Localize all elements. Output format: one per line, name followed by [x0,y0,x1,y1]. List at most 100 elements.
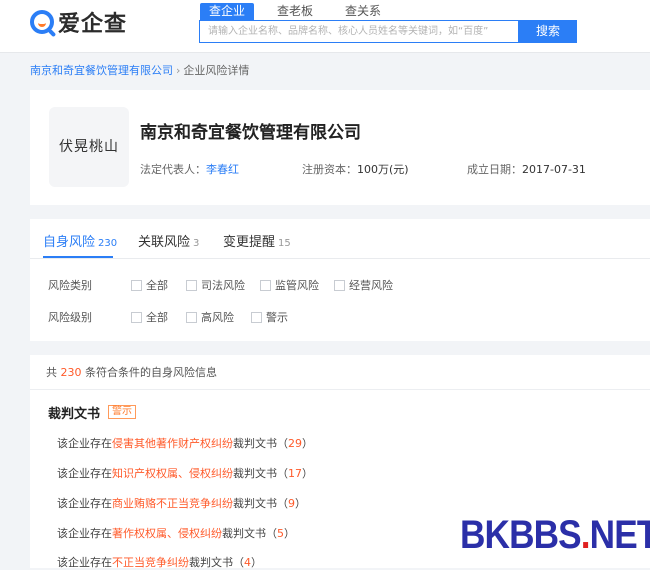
option-label: 全部 [146,311,168,324]
item-prefix: 该企业存在 [57,556,112,569]
summary-total: 230 [60,366,82,379]
tab-search-boss[interactable]: 查老板 [268,3,322,20]
filter-category-label: 风险类别 [48,279,92,292]
item-end: ） [302,467,313,480]
item-end: ） [295,497,306,510]
filter-category-regulatory[interactable]: 监管风险 [260,277,319,293]
option-label: 经营风险 [349,279,393,292]
tab-self-risk[interactable]: 自身风险 230 [43,231,117,250]
item-count: 4 [244,556,251,569]
founded-date: 成立日期：2017-07-31 [467,161,586,177]
list-item[interactable]: 该企业存在商业贿赂不正当竞争纠纷裁判文书（9） [57,495,306,511]
filter-category-operation[interactable]: 经营风险 [334,277,393,293]
tab-search-relation[interactable]: 查关系 [336,3,390,20]
item-suffix: 裁判文书（ [233,437,288,450]
filter-level-all[interactable]: 全部 [131,309,168,325]
item-end: ） [302,437,313,450]
search-button[interactable]: 搜索 [519,20,577,43]
option-label: 警示 [266,311,288,324]
checkbox[interactable] [131,311,142,323]
item-prefix: 该企业存在 [57,527,112,540]
item-suffix: 裁判文书（ [233,497,288,510]
watermark-tld: NET [589,513,650,557]
item-count: 5 [277,527,284,540]
item-count: 9 [288,497,295,510]
watermark-main: BKBBS [460,513,582,557]
breadcrumb-company-link[interactable]: 南京和奇宜餐饮管理有限公司 [30,64,173,77]
risk-tabs: 自身风险 230 关联风险 3 变更提醒 15 [30,219,650,259]
list-item[interactable]: 该企业存在知识产权权属、侵权纠纷裁判文书（17） [57,465,313,481]
checkbox[interactable] [131,279,142,291]
results-summary: 共 230 条符合条件的自身风险信息 [30,355,650,390]
company-avatar: 伏晃桃山 [49,107,129,187]
section-title: 裁判文书 [48,407,101,422]
tab-change-alert[interactable]: 变更提醒 15 [223,231,291,250]
item-highlight: 著作权权属、侵权纠纷 [112,527,222,540]
warning-badge: 警示 [108,405,136,419]
tab-count: 15 [278,238,291,249]
capital-label: 注册资本： [302,163,357,176]
item-prefix: 该企业存在 [57,437,112,450]
filter-level-warning[interactable]: 警示 [251,309,288,325]
list-item[interactable]: 该企业存在著作权权属、侵权纠纷裁判文书（5） [57,525,295,541]
item-end: ） [251,556,262,569]
active-tab-indicator [43,256,113,258]
checkbox[interactable] [186,311,197,323]
tab-count: 230 [98,238,118,249]
founded-value: 2017-07-31 [522,163,586,176]
item-prefix: 该企业存在 [57,497,112,510]
item-highlight: 知识产权权属、侵权纠纷 [112,467,233,480]
item-suffix: 裁判文书（ [189,556,244,569]
legal-rep-label: 法定代表人： [140,163,206,176]
summary-suffix: 条符合条件的自身风险信息 [81,366,217,379]
tab-label: 关联风险 [138,235,191,250]
option-label: 高风险 [201,311,234,324]
item-highlight: 侵害其他著作财产权纠纷 [112,437,233,450]
legal-rep-link[interactable]: 李春红 [206,163,239,176]
tab-label: 自身风险 [43,235,96,250]
legal-rep: 法定代表人：李春红 [140,161,239,177]
item-count: 17 [288,467,302,480]
item-suffix: 裁判文书（ [233,467,288,480]
risk-panel: 自身风险 230 关联风险 3 变更提醒 15 风险类别 全部 司法风险 监管风险 经… [30,219,650,341]
item-suffix: 裁判文书（ [222,527,277,540]
tab-count: 3 [193,238,200,249]
item-highlight: 不正当竞争纠纷 [112,556,189,569]
tab-label: 变更提醒 [223,235,276,250]
filter-level-high[interactable]: 高风险 [186,309,234,325]
capital-value: 100万(元) [357,163,409,176]
item-highlight: 商业贿赂不正当竞争纠纷 [112,497,233,510]
item-end: ） [284,527,295,540]
watermark-dot: . [580,513,591,557]
breadcrumb: 南京和奇宜餐饮管理有限公司 › 企业风险详情 [30,62,249,78]
checkbox[interactable] [334,279,345,291]
option-label: 监管风险 [275,279,319,292]
checkbox[interactable] [186,279,197,291]
top-header: 爱企查 查企业 查老板 查关系 请输入企业名称、品牌名称、核心人员姓名等关键词，… [0,0,650,53]
item-count: 29 [288,437,302,450]
option-label: 司法风险 [201,279,245,292]
checkbox[interactable] [260,279,271,291]
filter-category-all[interactable]: 全部 [131,277,168,293]
filter-level-label: 风险级别 [48,311,92,324]
search-tabs: 查企业 查老板 查关系 [200,3,404,20]
checkbox[interactable] [251,311,262,323]
company-card: 伏晃桃山 南京和奇宜餐饮管理有限公司 法定代表人：李春红 注册资本：100万(元… [30,90,650,205]
option-label: 全部 [146,279,168,292]
logo[interactable]: 爱企查 [30,7,127,37]
tab-search-company[interactable]: 查企业 [200,3,255,20]
list-item[interactable]: 该企业存在侵害其他著作财产权纠纷裁判文书（29） [57,435,313,451]
logo-text: 爱企查 [58,12,128,37]
item-prefix: 该企业存在 [57,467,112,480]
breadcrumb-separator: › [176,64,181,77]
logo-icon [30,10,54,34]
breadcrumb-current: 企业风险详情 [183,64,250,77]
tab-related-risk[interactable]: 关联风险 3 [138,231,199,250]
company-name: 南京和奇宜餐饮管理有限公司 [140,123,361,143]
search-input[interactable]: 请输入企业名称、品牌名称、核心人员姓名等关键词，如“百度” [199,20,519,43]
summary-prefix: 共 [46,366,61,379]
watermark: BKBBS.NET [460,513,650,558]
founded-label: 成立日期： [467,163,522,176]
registered-capital: 注册资本：100万(元) [302,161,409,177]
filter-category-judicial[interactable]: 司法风险 [186,277,245,293]
